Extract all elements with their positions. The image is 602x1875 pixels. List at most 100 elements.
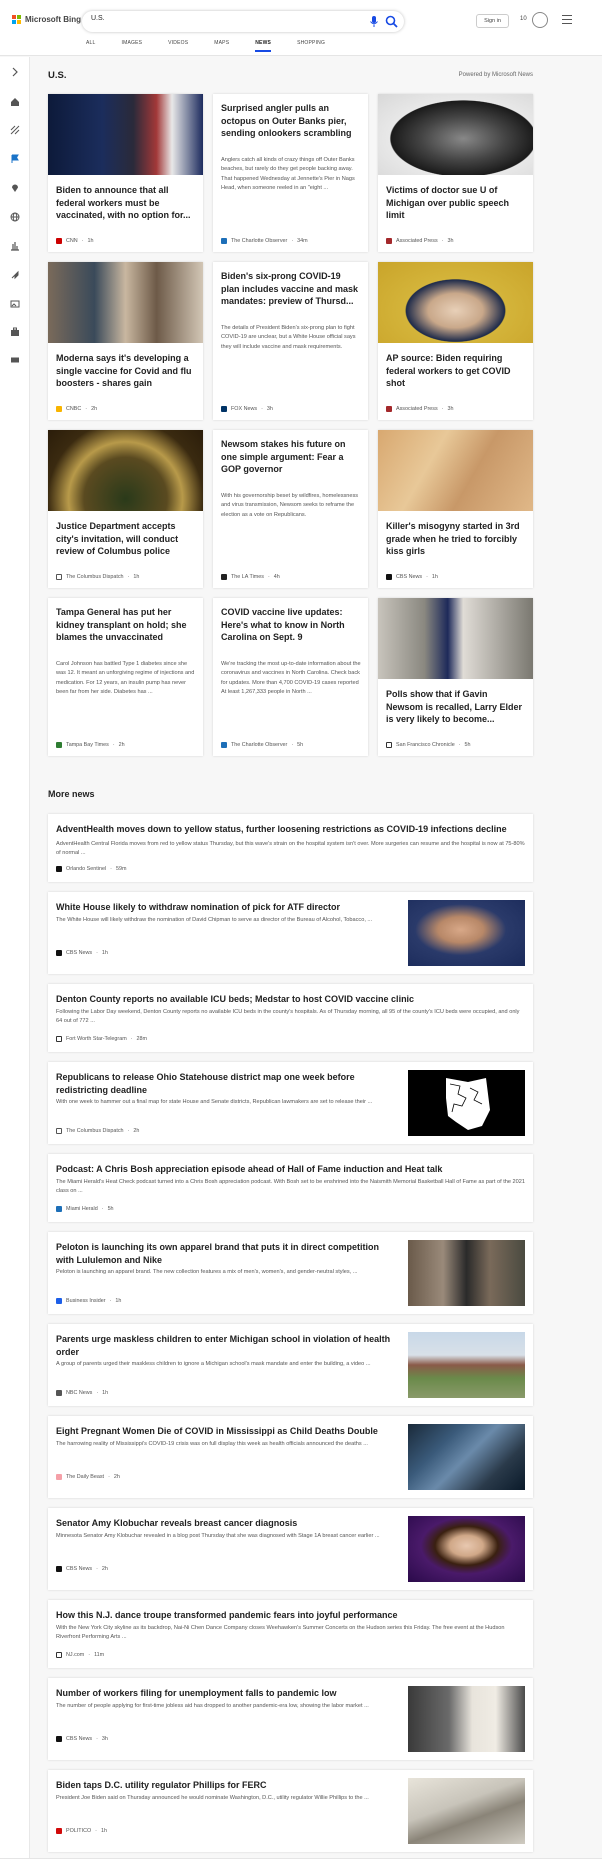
ohio-map-thumbnail [408,1070,525,1136]
cbs-icon [56,1736,62,1742]
news-title[interactable]: Parents urge maskless children to enter … [56,1333,396,1358]
news-title[interactable]: White House likely to withdraw nominatio… [56,901,396,914]
powered-by[interactable]: Powered by Microsoft News [459,72,533,78]
card-title[interactable]: Biden's six-prong COVID-19 plan includes… [221,270,361,308]
ap-icon [386,406,392,412]
news-card[interactable]: Tampa General has put her kidney transpl… [48,598,203,756]
search-box[interactable] [82,11,404,32]
news-title[interactable]: Republicans to release Ohio Statehouse d… [56,1071,396,1096]
news-source: Fort Worth Star-Telegram · 28m [56,1036,147,1042]
card-title[interactable]: Polls show that if Gavin Newsom is recal… [386,688,526,726]
observer-icon [221,238,227,244]
card-title[interactable]: Newsom stakes his future on one simple a… [221,438,361,476]
news-row[interactable]: Peloton is launching its own apparel bra… [48,1232,533,1314]
news-card[interactable]: Biden to announce that all federal worke… [48,94,203,252]
card-title[interactable]: Justice Department accepts city's invita… [56,520,196,558]
expand-chevron-icon[interactable] [10,67,20,77]
news-row[interactable]: Senator Amy Klobuchar reveals breast can… [48,1508,533,1590]
card-title[interactable]: Biden to announce that all federal worke… [56,184,196,222]
card-title[interactable]: Killer's misogyny started in 3rd grade w… [386,520,526,558]
card-snippet: Carol Johnson has battled Type 1 diabete… [56,661,195,695]
microphone-icon[interactable] [368,15,380,28]
cbs-icon [56,950,62,956]
news-title[interactable]: Senator Amy Klobuchar reveals breast can… [56,1517,396,1530]
tab-all[interactable]: ALL [86,40,96,52]
news-row[interactable]: Podcast: A Chris Bosh appreciation episo… [48,1154,533,1222]
news-card[interactable]: Moderna says it's developing a single va… [48,262,203,420]
card-title[interactable]: COVID vaccine live updates: Here's what … [221,606,361,644]
news-source: CBS News · 2h [56,1566,108,1572]
news-title[interactable]: Podcast: A Chris Bosh appreciation episo… [56,1163,526,1176]
card-source: CBS News · 1h [386,574,438,580]
news-row[interactable]: Eight Pregnant Women Die of COVID in Mis… [48,1416,533,1498]
briefcase-icon[interactable] [10,327,20,337]
card-title[interactable]: Tampa General has put her kidney transpl… [56,606,196,644]
card-image [48,430,203,511]
news-card[interactable]: Killer's misogyny started in 3rd grade w… [378,430,533,588]
card-source: Associated Press · 3h [386,238,453,244]
news-row[interactable]: Republicans to release Ohio Statehouse d… [48,1062,533,1144]
news-title[interactable]: How this N.J. dance troupe transformed p… [56,1609,526,1622]
sign-in-button[interactable]: Sign in [476,14,509,28]
news-card[interactable]: Surprised angler pulls an octopus on Out… [213,94,368,252]
card-source: CNBC · 2h [56,406,97,412]
dispatch-icon [56,574,62,580]
cnn-icon [56,238,62,244]
rocket-icon[interactable] [10,270,20,280]
discover-icon[interactable] [10,125,20,135]
news-card[interactable]: COVID vaccine live updates: Here's what … [213,598,368,756]
location-pin-icon[interactable] [10,183,20,193]
bing-logo[interactable]: Microsoft Bing [12,15,81,24]
news-source: CBS News · 3h [56,1736,108,1742]
tab-news[interactable]: NEWS [255,40,272,52]
star-telegram-icon [56,1036,62,1042]
card-title[interactable]: Victims of doctor sue U of Michigan over… [386,184,526,222]
card-source: The Charlotte Observer · 34m [221,238,308,244]
news-card[interactable]: Justice Department accepts city's invita… [48,430,203,588]
card-icon[interactable] [10,355,20,365]
news-row[interactable]: AdventHealth moves down to yellow status… [48,814,533,882]
news-row[interactable]: Biden taps D.C. utility regulator Philli… [48,1770,533,1852]
rewards-trophy-icon[interactable] [532,12,548,28]
more-news-title: More news [48,789,95,799]
rewards-points[interactable]: 10 [520,16,527,22]
news-row[interactable]: Number of workers filing for unemploymen… [48,1678,533,1760]
miami-herald-icon [56,1206,62,1212]
news-snippet: The harrowing reality of Mississippi's C… [56,1441,368,1447]
tab-videos[interactable]: VIDEOS [168,40,188,52]
tab-images[interactable]: IMAGES [122,40,143,52]
card-image [48,94,203,175]
card-source: FOX News · 3h [221,406,273,412]
scales-icon[interactable] [10,241,20,251]
news-title[interactable]: Peloton is launching its own apparel bra… [56,1241,396,1266]
news-row[interactable]: White House likely to withdraw nominatio… [48,892,533,974]
news-title[interactable]: Denton County reports no available ICU b… [56,993,526,1006]
news-title[interactable]: Biden taps D.C. utility regulator Philli… [56,1779,396,1792]
news-card[interactable]: Biden's six-prong COVID-19 plan includes… [213,262,368,420]
news-card[interactable]: Victims of doctor sue U of Michigan over… [378,94,533,252]
card-title[interactable]: Moderna says it's developing a single va… [56,352,196,390]
card-title[interactable]: AP source: Biden requiring federal worke… [386,352,526,390]
tab-maps[interactable]: MAPS [214,40,229,52]
news-title[interactable]: Eight Pregnant Women Die of COVID in Mis… [56,1425,396,1438]
news-card[interactable]: AP source: Biden requiring federal worke… [378,262,533,420]
tab-shopping[interactable]: SHOPPING [297,40,325,52]
image-icon[interactable] [10,299,20,309]
news-row[interactable]: Denton County reports no available ICU b… [48,984,533,1052]
news-row[interactable]: Parents urge maskless children to enter … [48,1324,533,1406]
hamburger-menu-icon[interactable] [562,15,572,24]
card-source: The Charlotte Observer · 5h [221,742,303,748]
news-row[interactable]: How this N.J. dance troupe transformed p… [48,1600,533,1668]
news-source: The Columbus Dispatch · 2h [56,1128,139,1134]
flag-icon[interactable] [10,154,20,164]
news-card[interactable]: Newsom stakes his future on one simple a… [213,430,368,588]
card-title[interactable]: Surprised angler pulls an octopus on Out… [221,102,361,140]
news-title[interactable]: Number of workers filing for unemploymen… [56,1687,396,1700]
globe-icon[interactable] [10,212,20,222]
home-icon[interactable] [10,97,20,107]
search-icon[interactable] [384,14,399,29]
news-card[interactable]: Polls show that if Gavin Newsom is recal… [378,598,533,756]
news-title[interactable]: AdventHealth moves down to yellow status… [56,823,526,836]
news-thumbnail [408,1240,525,1306]
search-input[interactable] [91,15,361,22]
